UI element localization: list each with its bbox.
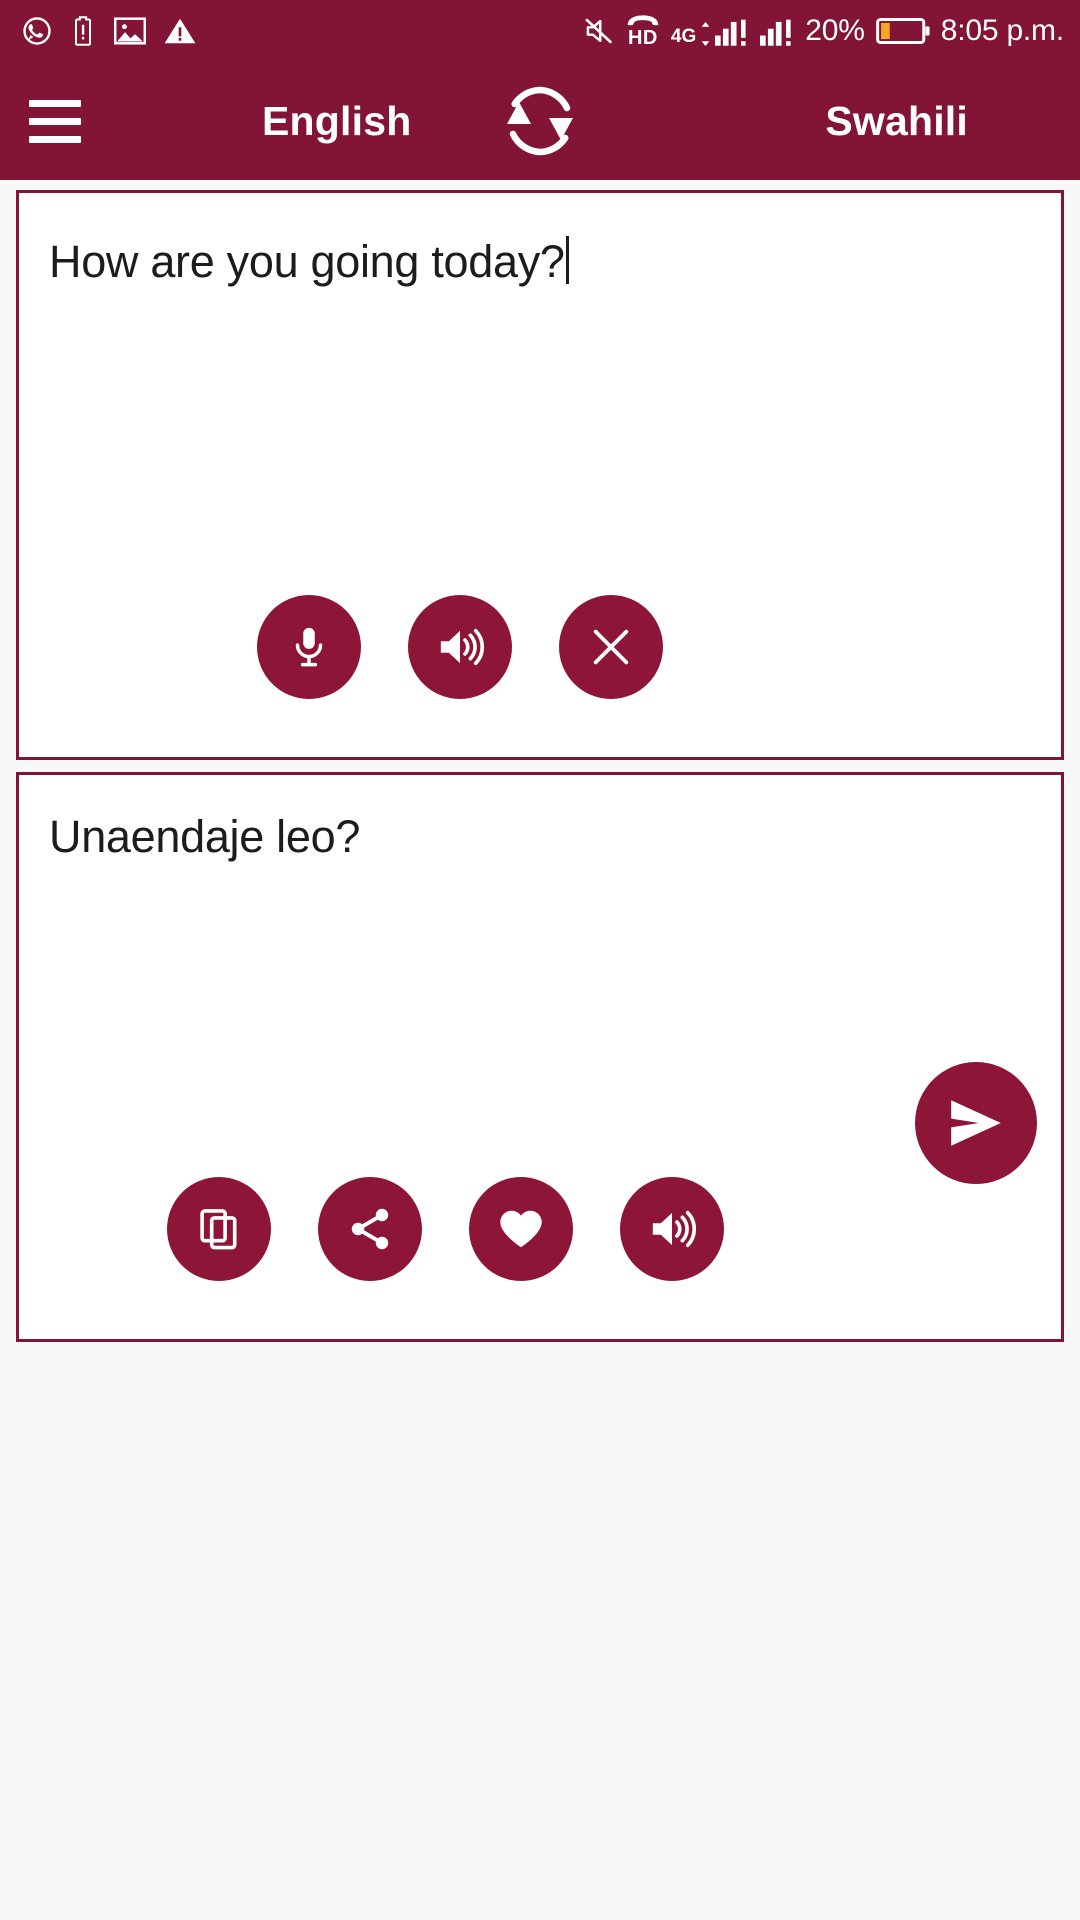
target-language-selector[interactable]: Swahili bbox=[825, 98, 968, 145]
translated-text: Unaendaje leo? bbox=[19, 775, 1061, 863]
target-text-panel[interactable]: Unaendaje leo? bbox=[16, 772, 1064, 1342]
status-bar-left-icons bbox=[22, 16, 196, 46]
translated-text-value: Unaendaje leo? bbox=[49, 811, 361, 862]
speak-source-button[interactable] bbox=[408, 595, 512, 699]
speak-target-button[interactable] bbox=[620, 1177, 724, 1281]
heart-icon bbox=[500, 1210, 542, 1248]
network-indicator: 4G bbox=[671, 16, 749, 46]
source-text-input[interactable]: How are you going today? bbox=[19, 193, 1061, 288]
favorite-button[interactable] bbox=[469, 1177, 573, 1281]
network-label: 4G bbox=[670, 26, 697, 47]
app-root: HD 4G 20% 8:05 p.m. English Swahili How … bbox=[0, 0, 1080, 1920]
speaker-icon bbox=[652, 1210, 696, 1248]
close-icon bbox=[593, 629, 629, 665]
send-icon bbox=[951, 1100, 1001, 1146]
target-actions bbox=[19, 1177, 1061, 1339]
share-icon bbox=[351, 1208, 389, 1250]
hd-label: HD bbox=[627, 27, 658, 49]
microphone-icon bbox=[295, 627, 323, 667]
signal-bars-icon bbox=[715, 19, 746, 46]
clear-button[interactable] bbox=[559, 595, 663, 699]
copy-button[interactable] bbox=[167, 1177, 271, 1281]
mute-icon bbox=[583, 16, 615, 46]
hamburger-menu-icon[interactable] bbox=[0, 62, 110, 180]
clock-label: 8:05 p.m. bbox=[940, 14, 1064, 47]
hamburger-bar bbox=[29, 135, 81, 143]
translation-area: How are you going today? Unaendaje leo? bbox=[0, 180, 1080, 1920]
image-icon bbox=[114, 17, 146, 45]
status-bar: HD 4G 20% 8:05 p.m. bbox=[0, 0, 1080, 62]
status-bar-right-icons: HD 4G 20% 8:05 p.m. bbox=[583, 14, 1064, 48]
battery-percent-label: 20% bbox=[805, 14, 865, 47]
translate-send-button[interactable] bbox=[915, 1062, 1037, 1184]
swap-languages-icon[interactable] bbox=[492, 73, 588, 169]
battery-icon bbox=[875, 16, 930, 46]
source-text-panel[interactable]: How are you going today? bbox=[16, 190, 1064, 760]
hd-voice-icon: HD bbox=[626, 14, 660, 48]
hamburger-bar bbox=[29, 117, 81, 125]
microphone-button[interactable] bbox=[257, 595, 361, 699]
data-arrows-icon bbox=[701, 22, 710, 46]
battery-alert-icon bbox=[70, 16, 96, 46]
warning-icon bbox=[164, 17, 196, 45]
app-bar: English Swahili bbox=[0, 62, 1080, 180]
whatsapp-icon bbox=[22, 16, 52, 46]
source-text-value: How are you going today? bbox=[49, 236, 565, 287]
source-actions bbox=[19, 595, 1061, 757]
text-caret bbox=[565, 236, 569, 284]
source-language-selector[interactable]: English bbox=[262, 98, 411, 145]
hamburger-bar bbox=[29, 99, 81, 107]
speaker-icon bbox=[440, 628, 484, 666]
copy-icon bbox=[200, 1209, 237, 1250]
share-button[interactable] bbox=[318, 1177, 422, 1281]
signal-bars-2-icon bbox=[760, 19, 791, 46]
